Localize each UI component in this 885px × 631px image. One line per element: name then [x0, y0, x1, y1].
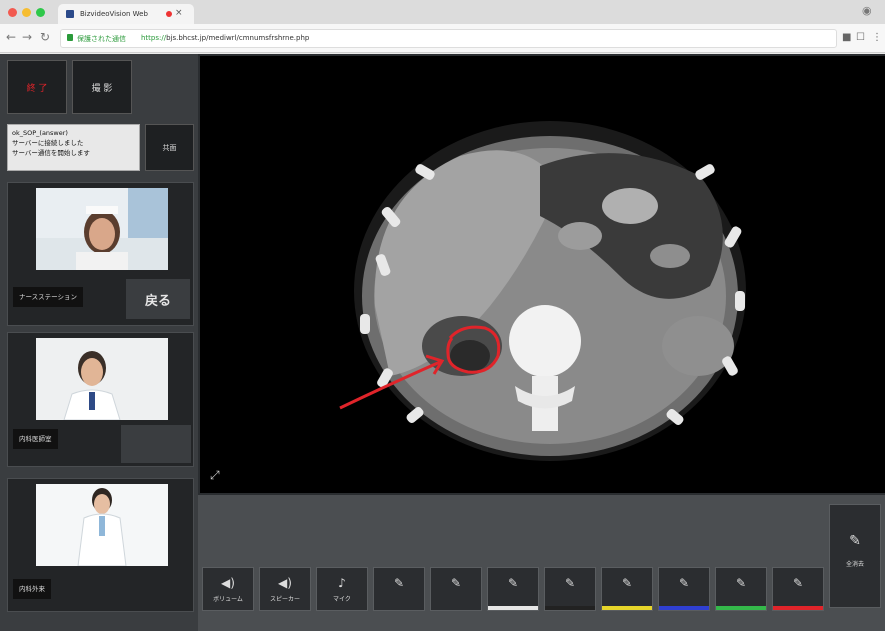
camera-icon[interactable]: ■ — [842, 32, 851, 43]
pen-icon: ✎ — [678, 576, 690, 590]
color-stripe — [716, 606, 766, 610]
share-button[interactable]: 共面 — [145, 124, 194, 171]
speaker-button[interactable]: ◀) スピーカー — [259, 567, 311, 611]
pen-icon: ✎ — [792, 576, 804, 590]
maximize-window-icon[interactable] — [36, 8, 45, 17]
end-button[interactable]: 終 了 — [7, 60, 67, 114]
clear-all-button[interactable]: ✎ 全消去 — [829, 504, 881, 608]
participant-video-nurse — [36, 188, 168, 270]
left-panel: 終 了 撮 影 ok_SOP_(answer) サーバーに接続しました サーバー… — [0, 54, 198, 631]
participant-name: ナースステーション — [13, 287, 84, 307]
close-tab-icon[interactable]: × — [175, 8, 183, 18]
favicon-icon — [66, 10, 74, 18]
pen-icon: ✎ — [849, 533, 861, 549]
participant-name: 内科医師室 — [13, 429, 58, 449]
lock-icon — [67, 34, 73, 41]
menu-icon[interactable]: ⋮ — [872, 32, 882, 43]
participant-name: 内科外来 — [13, 579, 51, 599]
secure-label: 保護された通信 — [77, 35, 126, 43]
app-area: 終 了 撮 影 ok_SOP_(answer) サーバーに接続しました サーバー… — [0, 54, 885, 631]
close-window-icon[interactable] — [8, 8, 17, 17]
status-line: サーバー通信を開始します — [12, 149, 90, 157]
tab-strip: BizvideoVision Web × ◉ — [0, 0, 885, 24]
tab-title: BizvideoVision Web — [80, 10, 148, 18]
url-scheme: https:// — [141, 34, 167, 42]
pen-icon: ✎ — [564, 576, 576, 590]
capture-button[interactable]: 撮 影 — [72, 60, 132, 114]
microphone-button[interactable]: ♪ マイク — [316, 567, 368, 611]
pen-black-button[interactable]: ✎ — [544, 567, 596, 611]
pen-yellow-button[interactable]: ✎ — [601, 567, 653, 611]
extension-icon[interactable]: ☐ — [856, 32, 865, 43]
pen-icon: ✎ — [735, 576, 747, 590]
tool-label: スピーカー — [269, 596, 300, 603]
color-stripe — [773, 606, 823, 610]
color-stripe — [488, 606, 538, 610]
participant-action-area — [121, 425, 191, 463]
pen-icon: ✎ — [507, 576, 519, 590]
expand-icon[interactable]: ⤢ — [210, 468, 220, 483]
tool-label: ボリューム — [213, 596, 243, 603]
pen-blue-button[interactable]: ✎ — [658, 567, 710, 611]
pen-icon: ✎ — [393, 576, 405, 590]
pen-white-button[interactable]: ✎ — [487, 567, 539, 611]
tool-label: マイク — [333, 596, 351, 603]
image-viewer[interactable]: ⤢ — [200, 56, 885, 493]
url-host: bjs.bhcst.jp/mediwrl/cmnumsfrshrne.php — [166, 34, 310, 42]
browser-toolbar: ← → ↻ 保護された通信 https://bjs.bhcst.jp/mediw… — [0, 24, 885, 53]
back-arrow-icon[interactable]: ← — [6, 30, 16, 44]
minimize-window-icon[interactable] — [22, 8, 31, 17]
participant-card-physician-office[interactable]: 内科医師室 — [7, 332, 194, 467]
recording-icon — [166, 11, 172, 17]
pen-icon: ✎ — [621, 576, 633, 590]
pen-icon: ✎ — [450, 576, 462, 590]
tool-label: 全消去 — [845, 561, 864, 568]
color-stripe — [659, 606, 709, 610]
back-button[interactable]: 戻る — [126, 279, 190, 319]
forward-arrow-icon[interactable]: → — [22, 30, 32, 44]
browser-chrome: BizvideoVision Web × ◉ ← → ↻ 保護された通信 htt… — [0, 0, 885, 54]
color-stripe — [545, 606, 595, 610]
participant-card-nurse-station[interactable]: ナースステーション 戻る — [7, 182, 194, 326]
speaker-icon: ◀) — [278, 576, 292, 590]
participant-video-outpatient — [36, 484, 168, 566]
microphone-icon: ♪ — [338, 576, 346, 590]
ct-scan-image — [200, 56, 885, 493]
pen-green-button[interactable]: ✎ — [715, 567, 767, 611]
bottom-toolbar: ◀) ボリューム ◀) スピーカー ♪ マイク ✎ ✎ ✎ ✎ ✎ ✎ ✎ ✎ … — [198, 495, 885, 631]
address-bar[interactable]: 保護された通信 https://bjs.bhcst.jp/mediwrl/cmn… — [60, 29, 837, 48]
profile-icon[interactable]: ◉ — [862, 4, 872, 17]
speaker-icon: ◀) — [221, 576, 235, 590]
status-line: サーバーに接続しました — [12, 139, 84, 147]
status-log: ok_SOP_(answer) サーバーに接続しました サーバー通信を開始します — [7, 124, 140, 171]
url-text: https://bjs.bhcst.jp/mediwrl/cmnumsfrshr… — [141, 34, 309, 42]
pen-red-button[interactable]: ✎ — [772, 567, 824, 611]
color-stripe — [602, 606, 652, 610]
browser-tab[interactable]: BizvideoVision Web × — [58, 4, 194, 24]
participant-card-outpatient[interactable]: 内科外来 — [7, 478, 194, 612]
reload-icon[interactable]: ↻ — [40, 30, 50, 44]
pen-thin-button[interactable]: ✎ — [373, 567, 425, 611]
status-line: ok_SOP_(answer) — [12, 129, 68, 137]
pen-thick-button[interactable]: ✎ — [430, 567, 482, 611]
participant-video-doctor — [36, 338, 168, 420]
volume-button[interactable]: ◀) ボリューム — [202, 567, 254, 611]
